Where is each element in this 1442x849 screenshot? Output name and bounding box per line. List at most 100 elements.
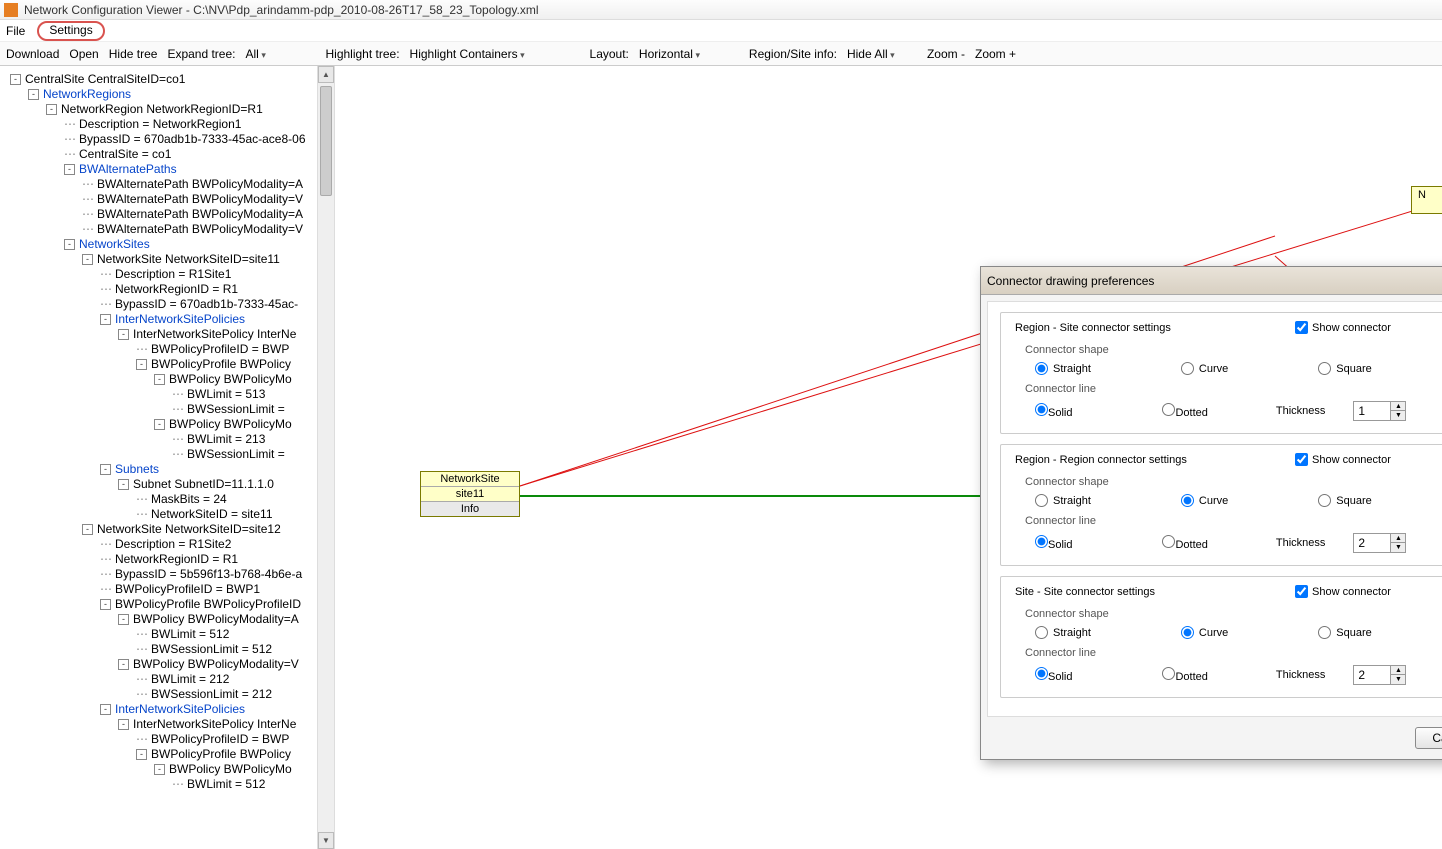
line-solid-radio[interactable]: [1035, 403, 1048, 416]
tree-expander-icon[interactable]: -: [46, 104, 57, 115]
shape-straight-radio[interactable]: [1035, 494, 1048, 507]
tree-row[interactable]: ⋯NetworkRegionID = R1: [6, 282, 330, 297]
tree-expander-icon[interactable]: -: [100, 464, 111, 475]
tree-row[interactable]: ⋯BWSessionLimit =: [6, 447, 330, 462]
tree-label[interactable]: BypassID = 670adb1b-7333-45ac-ace8-06: [79, 132, 306, 147]
tree-label[interactable]: InterNetworkSitePolicies: [115, 312, 245, 327]
tree-expander-icon[interactable]: -: [118, 719, 129, 730]
tree-label[interactable]: BWLimit = 512: [151, 627, 229, 642]
tree-row[interactable]: ⋯BWSessionLimit = 512: [6, 642, 330, 657]
tree-expander-icon[interactable]: -: [154, 419, 165, 430]
tree-label[interactable]: BWLimit = 513: [187, 387, 265, 402]
tree-row[interactable]: -NetworkRegion NetworkRegionID=R1: [6, 102, 330, 117]
tree-label[interactable]: BWLimit = 512: [187, 777, 265, 792]
cancel-button[interactable]: Cancel: [1415, 727, 1442, 749]
tree-row[interactable]: -BWPolicy BWPolicyModality=A: [6, 612, 330, 627]
tb-expand-dd[interactable]: All: [245, 47, 315, 61]
shape-square-radio[interactable]: [1318, 362, 1331, 375]
node-partial-right-top[interactable]: N: [1411, 186, 1442, 214]
thickness-spinner[interactable]: ▲▼: [1353, 401, 1406, 421]
tree-expander-icon[interactable]: -: [100, 704, 111, 715]
shape-square-radio[interactable]: [1318, 494, 1331, 507]
tree-row[interactable]: ⋯BWLimit = 513: [6, 387, 330, 402]
menu-file[interactable]: File: [6, 24, 25, 38]
tree-row[interactable]: ⋯BWAlternatePath BWPolicyModality=A: [6, 207, 330, 222]
line-dotted-radio[interactable]: [1162, 535, 1175, 548]
node-networksite-site11[interactable]: NetworkSite site11 Info: [420, 471, 520, 517]
tree-row[interactable]: ⋯BWAlternatePath BWPolicyModality=V: [6, 222, 330, 237]
tree-row[interactable]: ⋯BWPolicyProfileID = BWP1: [6, 582, 330, 597]
tree-expander-icon[interactable]: -: [136, 749, 147, 760]
line-dotted-radio[interactable]: [1162, 667, 1175, 680]
tree-label[interactable]: BWPolicyProfile BWPolicy: [151, 357, 291, 372]
tree-label[interactable]: Description = R1Site2: [115, 537, 231, 552]
tree-label[interactable]: BWLimit = 212: [151, 672, 229, 687]
spin-up-icon[interactable]: ▲: [1391, 666, 1405, 675]
tree-label[interactable]: Subnet SubnetID=11.1.1.0: [133, 477, 274, 492]
shape-square-radio[interactable]: [1318, 626, 1331, 639]
tree-label[interactable]: CentralSite CentralSiteID=co1: [25, 72, 185, 87]
tree-row[interactable]: ⋯BWLimit = 212: [6, 672, 330, 687]
tree-label[interactable]: InterNetworkSitePolicies: [115, 702, 245, 717]
tree-label[interactable]: BWLimit = 213: [187, 432, 265, 447]
tree-row[interactable]: -Subnet SubnetID=11.1.1.0: [6, 477, 330, 492]
tree-row[interactable]: ⋯BWLimit = 512: [6, 777, 330, 792]
tree-label[interactable]: BWAlternatePath BWPolicyModality=A: [97, 207, 303, 222]
tree-row[interactable]: ⋯BypassID = 5b596f13-b768-4b6e-a: [6, 567, 330, 582]
tree-row[interactable]: -InterNetworkSitePolicies: [6, 702, 330, 717]
tree-label[interactable]: NetworkSiteID = site11: [151, 507, 273, 522]
tree-row[interactable]: -BWAlternatePaths: [6, 162, 330, 177]
spin-up-icon[interactable]: ▲: [1391, 402, 1405, 411]
tree-expander-icon[interactable]: -: [118, 614, 129, 625]
tree-row[interactable]: ⋯BWLimit = 213: [6, 432, 330, 447]
tree-label[interactable]: BWPolicy BWPolicyMo: [169, 372, 292, 387]
tree-expander-icon[interactable]: -: [82, 254, 93, 265]
tree-expander-icon[interactable]: -: [100, 314, 111, 325]
tree-row[interactable]: ⋯MaskBits = 24: [6, 492, 330, 507]
thickness-spinner[interactable]: ▲▼: [1353, 665, 1406, 685]
spin-down-icon[interactable]: ▼: [1391, 411, 1405, 420]
tree-label[interactable]: BWSessionLimit = 512: [151, 642, 272, 657]
tree-row[interactable]: -BWPolicy BWPolicyMo: [6, 372, 330, 387]
dialog-title-bar[interactable]: Connector drawing preferences — ▢ ✕: [981, 267, 1442, 295]
tree-row[interactable]: ⋯CentralSite = co1: [6, 147, 330, 162]
diagram-canvas[interactable]: NetworkSite site11 Info N Audio: 512 / 5…: [335, 66, 1442, 849]
tree-row[interactable]: -InterNetworkSitePolicy InterNe: [6, 717, 330, 732]
shape-curve-radio[interactable]: [1181, 626, 1194, 639]
tree-row[interactable]: -NetworkSite NetworkSiteID=site11: [6, 252, 330, 267]
tb-region-dd[interactable]: Hide All: [847, 47, 917, 61]
tree-row[interactable]: ⋯Description = NetworkRegion1: [6, 117, 330, 132]
tree-row[interactable]: -BWPolicy BWPolicyModality=V: [6, 657, 330, 672]
tree-row[interactable]: -BWPolicy BWPolicyMo: [6, 417, 330, 432]
tree-row[interactable]: ⋯BWSessionLimit =: [6, 402, 330, 417]
tree-label[interactable]: NetworkRegion NetworkRegionID=R1: [61, 102, 263, 117]
tree-label[interactable]: BWPolicyProfile BWPolicyProfileID: [115, 597, 301, 612]
shape-curve-radio[interactable]: [1181, 362, 1194, 375]
tree-expander-icon[interactable]: -: [154, 374, 165, 385]
tree-label[interactable]: NetworkRegions: [43, 87, 131, 102]
tree-label[interactable]: BWSessionLimit =: [187, 402, 285, 417]
show-connector-checkbox[interactable]: [1295, 321, 1308, 334]
tree-label[interactable]: InterNetworkSitePolicy InterNe: [133, 717, 296, 732]
node-info-button[interactable]: Info: [421, 502, 519, 516]
tree-expander-icon[interactable]: -: [154, 764, 165, 775]
tree[interactable]: -CentralSite CentralSiteID=co1-NetworkRe…: [0, 66, 334, 798]
tree-row[interactable]: ⋯BWLimit = 512: [6, 627, 330, 642]
tree-label[interactable]: BWSessionLimit =: [187, 447, 285, 462]
tree-row[interactable]: ⋯BWAlternatePath BWPolicyModality=A: [6, 177, 330, 192]
tree-row[interactable]: -Subnets: [6, 462, 330, 477]
line-solid-radio[interactable]: [1035, 667, 1048, 680]
tree-label[interactable]: NetworkSite NetworkSiteID=site12: [97, 522, 281, 537]
tree-label[interactable]: NetworkSites: [79, 237, 150, 252]
spin-up-icon[interactable]: ▲: [1391, 534, 1405, 543]
thickness-input[interactable]: [1354, 666, 1390, 684]
tree-label[interactable]: BypassID = 670adb1b-7333-45ac-: [115, 297, 298, 312]
line-solid-radio[interactable]: [1035, 535, 1048, 548]
tb-hide-tree[interactable]: Hide tree: [109, 47, 158, 61]
tree-expander-icon[interactable]: -: [100, 599, 111, 610]
tb-zoom-in[interactable]: Zoom +: [975, 47, 1016, 61]
tree-row[interactable]: ⋯BWPolicyProfileID = BWP: [6, 342, 330, 357]
spin-down-icon[interactable]: ▼: [1391, 543, 1405, 552]
tree-row[interactable]: ⋯NetworkSiteID = site11: [6, 507, 330, 522]
tree-label[interactable]: BWAlternatePath BWPolicyModality=A: [97, 177, 303, 192]
